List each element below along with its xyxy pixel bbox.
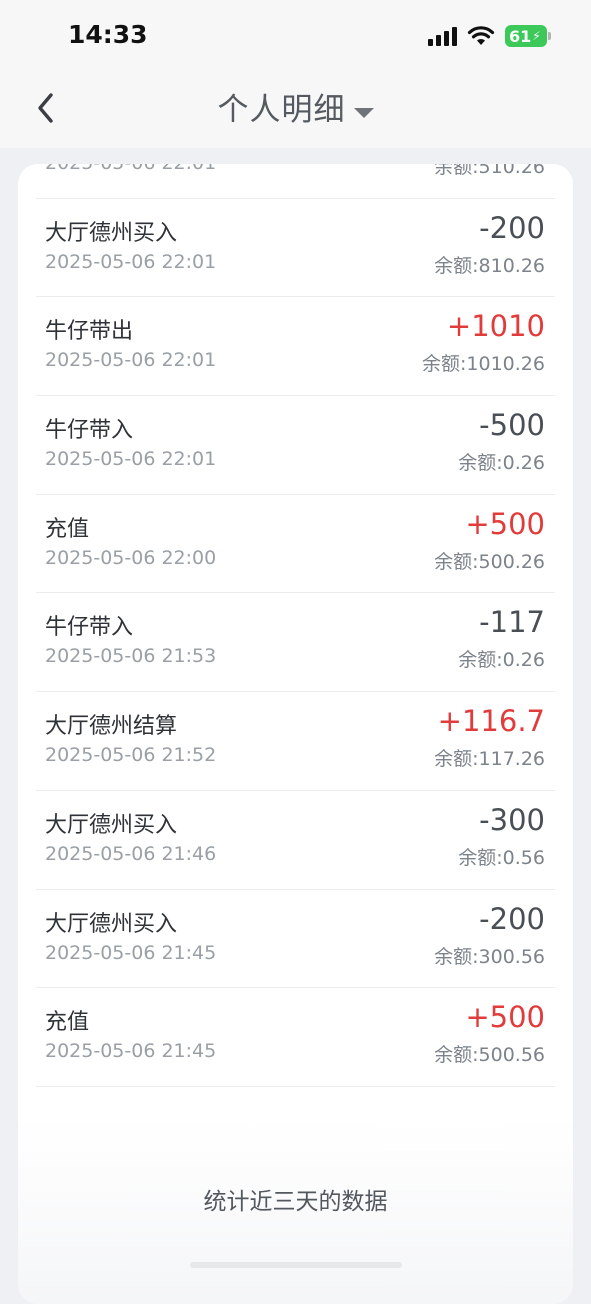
record-amount: +500 bbox=[465, 506, 545, 541]
record-title: 牛仔带入 bbox=[45, 418, 134, 444]
record-title: 大厅德州买入 bbox=[45, 220, 178, 246]
battery-icon: 61 ⚡ bbox=[505, 25, 551, 47]
battery-level: 61 bbox=[509, 26, 532, 46]
record-balance: 余额:1010.26 bbox=[422, 353, 545, 376]
record-time: 2025-05-06 21:45 bbox=[45, 1040, 217, 1063]
record-title: 大厅德州结算 bbox=[45, 714, 178, 740]
list-item[interactable]: 充值 2025-05-06 21:45 +500 余额:500.56 bbox=[36, 988, 555, 1087]
record-balance: 余额:117.26 bbox=[434, 748, 545, 771]
status-bar: 14:33 61 ⚡ bbox=[0, 0, 591, 70]
record-time: 2025-05-06 21:52 bbox=[45, 744, 217, 767]
list-item[interactable]: 牛仔带入 2025-05-06 22:01 -500 余额:0.26 bbox=[36, 396, 555, 495]
list-item[interactable]: 牛仔带入 2025-05-06 21:53 -117 余额:0.26 bbox=[36, 593, 555, 693]
record-balance: 余额:0.56 bbox=[458, 846, 545, 869]
list-item[interactable]: 大厅德州买入 2025-05-06 22:01 -200 余额:810.26 bbox=[36, 199, 555, 298]
record-amount: -200 bbox=[479, 210, 545, 245]
record-time: 2025-05-06 22:01 bbox=[45, 448, 217, 471]
home-indicator bbox=[190, 1262, 402, 1268]
record-amount: +116.7 bbox=[437, 704, 545, 739]
record-time: 2025-05-06 22:00 bbox=[45, 546, 217, 569]
cellular-signal-icon bbox=[428, 26, 457, 46]
record-title: 大厅德州买入 bbox=[45, 812, 178, 838]
record-time: 2025-05-06 22:01 bbox=[45, 164, 216, 174]
record-amount: +1010 bbox=[446, 309, 545, 344]
record-title: 大厅德州买入 bbox=[45, 911, 178, 937]
record-amount: -300 bbox=[479, 802, 545, 837]
record-balance: 余额:500.56 bbox=[434, 1044, 545, 1067]
title-dropdown[interactable]: 个人明细 bbox=[0, 84, 591, 129]
wifi-icon bbox=[467, 26, 495, 45]
record-time: 2025-05-06 21:46 bbox=[45, 842, 217, 865]
list-item[interactable]: 充值 2025-05-06 22:00 +500 余额:500.26 bbox=[36, 495, 555, 594]
record-title: 牛仔带出 bbox=[45, 319, 134, 345]
record-time: 2025-05-06 21:45 bbox=[45, 941, 217, 964]
record-title: 牛仔带入 bbox=[45, 615, 134, 641]
page-title: 个人明细 bbox=[217, 92, 346, 128]
record-balance: 余额:300.56 bbox=[434, 945, 545, 968]
record-title: 充值 bbox=[45, 1010, 90, 1036]
record-amount: -200 bbox=[479, 901, 545, 936]
record-balance: 余额:810.26 bbox=[434, 254, 545, 277]
record-time: 2025-05-06 22:01 bbox=[45, 250, 217, 273]
record-time: 2025-05-06 21:53 bbox=[45, 645, 217, 668]
record-balance: 余额:510.26 bbox=[434, 164, 545, 178]
records-card: 大厅德州买入2025-05-06 22:01-300余额:510.26大厅德州买… bbox=[18, 164, 573, 1304]
record-title: 充值 bbox=[45, 516, 90, 542]
status-icons: 61 ⚡ bbox=[428, 22, 551, 50]
records-list[interactable]: 大厅德州买入2025-05-06 22:01-300余额:510.26大厅德州买… bbox=[18, 164, 573, 1087]
list-item[interactable]: 大厅德州结算 2025-05-06 21:52 +116.7 余额:117.26 bbox=[36, 692, 555, 791]
list-item[interactable]: 牛仔带出 2025-05-06 22:01 +1010 余额:1010.26 bbox=[36, 297, 555, 397]
record-amount: +500 bbox=[465, 1000, 545, 1035]
record-balance: 余额:500.26 bbox=[434, 550, 545, 573]
status-time: 14:33 bbox=[68, 20, 148, 49]
caret-down-icon bbox=[353, 107, 374, 118]
list-item[interactable]: 大厅德州买入 2025-05-06 21:46 -300 余额:0.56 bbox=[36, 791, 555, 890]
record-balance: 余额:0.26 bbox=[458, 649, 545, 672]
footer-note: 统计近三天的数据 bbox=[203, 1189, 388, 1215]
record-amount: -117 bbox=[479, 605, 545, 640]
list-item[interactable]: 大厅德州买入2025-05-06 22:01-300余额:510.26 bbox=[36, 164, 555, 199]
record-amount: -500 bbox=[479, 408, 545, 443]
record-balance: 余额:0.26 bbox=[458, 452, 545, 475]
list-item[interactable]: 大厅德州买入 2025-05-06 21:45 -200 余额:300.56 bbox=[36, 890, 555, 989]
nav-bar: 个人明细 bbox=[0, 70, 591, 148]
record-time: 2025-05-06 22:01 bbox=[45, 349, 217, 372]
